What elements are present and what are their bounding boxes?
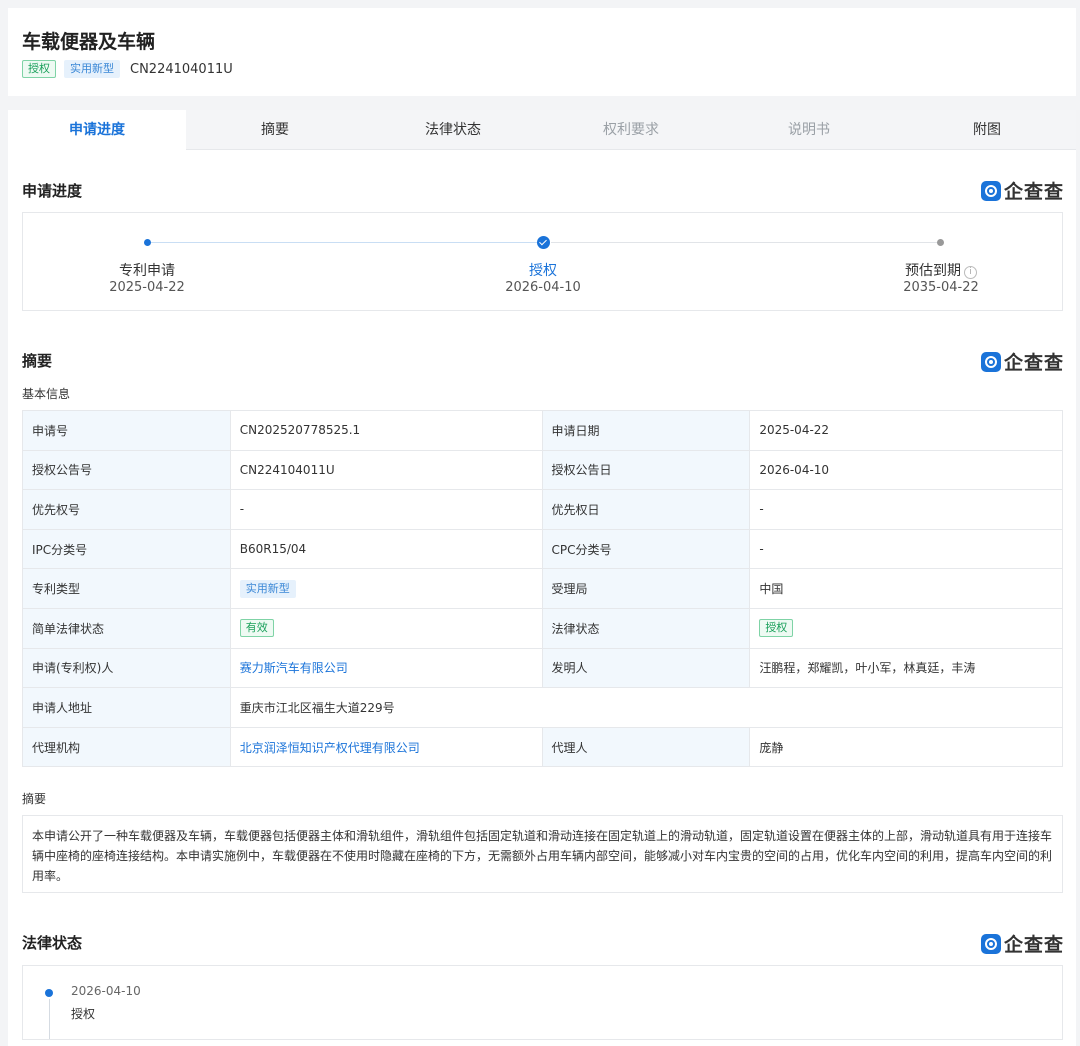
tab-progress[interactable]: 申请进度	[8, 110, 186, 150]
field-key: CPC分类号	[541, 528, 751, 570]
tab-claims[interactable]: 权利要求	[542, 110, 720, 150]
brand-logo: 企查查	[980, 177, 1064, 204]
summary-section-title: 摘要	[22, 352, 53, 370]
type-badge: 实用新型	[64, 60, 120, 78]
table-row: 申请(专利权)人 赛力斯汽车有限公司 发明人 汪鹏程，郑耀凯，叶小军，林真廷，丰…	[22, 647, 1063, 689]
field-key: 申请日期	[541, 410, 751, 451]
field-value: 实用新型	[229, 568, 543, 609]
field-value: -	[749, 489, 1063, 530]
field-value: 汪鹏程，郑耀凯，叶小军，林真廷，丰涛	[749, 647, 1063, 689]
basic-info-table: 申请号 CN202520778525.1 申请日期 2025-04-22 授权公…	[22, 410, 1064, 768]
step-dot	[144, 239, 151, 246]
qcc-logo-icon	[980, 351, 1001, 372]
field-key: 授权公告号	[22, 449, 231, 491]
abstract-label: 摘要	[22, 792, 47, 806]
table-row: 授权公告号 CN224104011U 授权公告日 2026-04-10	[22, 449, 1063, 491]
step-check-icon	[537, 236, 550, 249]
legal-event-date: 2026-04-10	[71, 984, 141, 998]
table-row: 优先权号 - 优先权日 -	[22, 489, 1063, 530]
brand-text: 企查查	[1003, 181, 1064, 203]
step-label-text: 预估到期	[905, 263, 961, 279]
simple-legal-status-badge: 有效	[239, 619, 274, 638]
patent-header: 车载便器及车辆 授权 实用新型 CN224104011U	[8, 8, 1076, 96]
field-key: 代理人	[541, 726, 751, 768]
field-value: 赛力斯汽车有限公司	[229, 647, 543, 689]
field-value: -	[749, 528, 1063, 570]
patent-title: 车载便器及车辆	[22, 31, 156, 53]
brand-logo: 企查查	[980, 348, 1064, 375]
field-value: 有效	[229, 607, 543, 649]
agency-link[interactable]: 北京润泽恒知识产权代理有限公司	[240, 741, 420, 755]
step-date-current: 2026-04-10	[505, 280, 581, 295]
table-row: 申请号 CN202520778525.1 申请日期 2025-04-22	[22, 410, 1063, 451]
table-row: 简单法律状态 有效 法律状态 授权	[22, 607, 1063, 649]
field-key: 法律状态	[541, 607, 751, 649]
field-key: 申请号	[22, 410, 231, 451]
field-value: -	[229, 489, 543, 530]
basic-info-label: 基本信息	[22, 387, 71, 401]
field-value: 庞静	[749, 726, 1063, 768]
field-key: 优先权号	[22, 489, 231, 530]
field-key: 简单法律状态	[22, 607, 231, 649]
field-value: CN224104011U	[229, 449, 543, 491]
timeline-track-future	[551, 242, 941, 243]
step-date-expiry: 2035-04-22	[903, 280, 979, 295]
step-label: 专利申请	[119, 263, 175, 279]
table-row: 代理机构 北京润泽恒知识产权代理有限公司 代理人 庞静	[22, 726, 1063, 768]
timeline-line	[49, 999, 50, 1039]
brand-text: 企查查	[1003, 352, 1064, 374]
tab-bar: 申请进度 摘要 法律状态 权利要求 说明书 附图	[8, 110, 1076, 150]
patent-type-badge: 实用新型	[239, 579, 296, 598]
legal-status-badge: 授权	[759, 619, 794, 638]
abstract-text: 本申请公开了一种车载便器及车辆，车载便器包括便器主体和滑轨组件，滑轨组件包括固定…	[22, 815, 1063, 893]
tab-abstract[interactable]: 摘要	[186, 110, 364, 150]
step-date: 2025-04-22	[109, 280, 185, 295]
progress-section-title: 申请进度	[22, 182, 83, 200]
step-label-current: 授权	[529, 263, 557, 279]
qcc-logo-icon	[980, 933, 1001, 954]
field-key: 申请(专利权)人	[22, 647, 231, 689]
qcc-logo-icon	[980, 180, 1001, 201]
field-value: 授权	[749, 607, 1063, 649]
table-row: 专利类型 实用新型 受理局 中国	[22, 568, 1063, 609]
tab-description[interactable]: 说明书	[720, 110, 898, 150]
field-value: B60R15/04	[229, 528, 543, 570]
step-dot-future	[937, 239, 944, 246]
field-key: 优先权日	[541, 489, 751, 530]
legal-timeline: 2026-04-10 授权	[22, 965, 1063, 1040]
field-value: 中国	[749, 568, 1063, 609]
progress-timeline: 专利申请 2025-04-22 授权 2026-04-10 预估到期 i 2035…	[22, 212, 1063, 311]
timeline-dot	[45, 989, 53, 997]
field-key: 发明人	[541, 647, 751, 689]
field-value: 重庆市江北区福生大道229号	[229, 687, 1064, 728]
brand-text: 企查查	[1003, 934, 1064, 956]
brand-logo: 企查查	[980, 930, 1064, 957]
field-key: 受理局	[541, 568, 751, 609]
field-value: CN202520778525.1	[229, 410, 543, 451]
field-key: 申请人地址	[22, 687, 231, 728]
field-key: 授权公告日	[541, 449, 751, 491]
applicant-link[interactable]: 赛力斯汽车有限公司	[240, 661, 348, 675]
table-row: IPC分类号 B60R15/04 CPC分类号 -	[22, 528, 1063, 570]
field-key: 代理机构	[22, 726, 231, 768]
tab-legal-status[interactable]: 法律状态	[364, 110, 542, 150]
field-value: 2026-04-10	[749, 449, 1063, 491]
timeline-track	[151, 242, 543, 243]
main-panel: 申请进度 摘要 法律状态 权利要求 说明书 附图 申请进度 企查查 专利申请 2…	[8, 110, 1076, 1046]
step-label-expiry: 预估到期 i	[861, 260, 1021, 280]
field-key: IPC分类号	[22, 528, 231, 570]
status-badge: 授权	[22, 60, 56, 78]
field-value: 2025-04-22	[749, 410, 1063, 451]
info-icon[interactable]: i	[964, 266, 977, 279]
tab-drawings[interactable]: 附图	[898, 110, 1076, 150]
header-tags: 授权 实用新型 CN224104011U	[22, 60, 233, 78]
legal-section-title: 法律状态	[22, 934, 83, 952]
publication-number: CN224104011U	[130, 61, 233, 77]
field-key: 专利类型	[22, 568, 231, 609]
legal-event-text: 授权	[71, 1007, 96, 1021]
field-value: 北京润泽恒知识产权代理有限公司	[229, 726, 543, 768]
table-row: 申请人地址 重庆市江北区福生大道229号	[22, 687, 1064, 728]
